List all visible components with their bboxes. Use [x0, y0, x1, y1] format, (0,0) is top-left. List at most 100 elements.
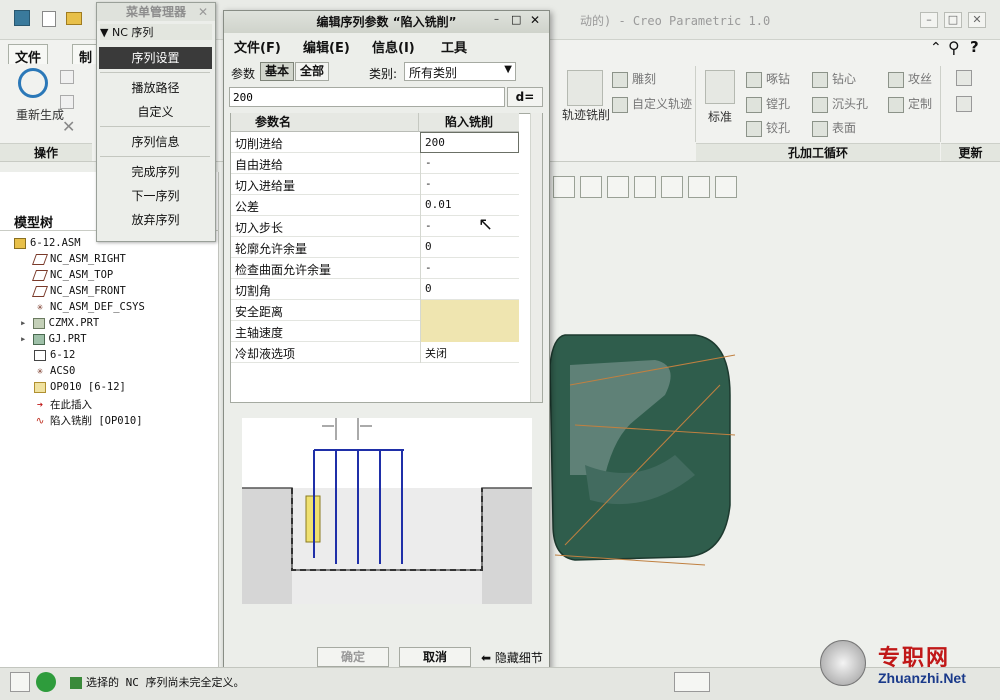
tree-node-datum-right[interactable]: NC_ASM_RIGHT — [31, 253, 126, 265]
dialog-menu-file[interactable]: 文件(F) — [234, 37, 281, 56]
regenerate-icon[interactable] — [18, 68, 48, 98]
update-group-title[interactable]: 更新 — [941, 143, 1000, 161]
hide-details-link[interactable]: ⬅ 隐藏细节 — [481, 649, 543, 666]
table-row[interactable]: 冷却液选项 关闭 — [231, 342, 519, 363]
search-icon[interactable]: ⚲ — [948, 38, 960, 57]
basic-toggle-button[interactable]: 基本 — [260, 62, 294, 81]
bore-button[interactable]: 镗孔 — [766, 97, 790, 111]
menu-item-sequence-setup[interactable]: 序列设置 — [99, 47, 212, 69]
view-zoom-icon[interactable] — [553, 176, 575, 198]
maximize-icon[interactable]: □ — [944, 12, 962, 28]
menu-manager-close-icon[interactable]: ✕ — [198, 5, 208, 19]
help-icon[interactable]: ? — [970, 38, 979, 56]
dialog-minimize-icon[interactable]: – — [494, 14, 499, 25]
table-row[interactable]: 主轴速度 — [231, 321, 519, 342]
tab-manufacture[interactable]: 制 — [72, 44, 100, 66]
table-row[interactable]: 安全距离 — [231, 300, 519, 321]
model-tree-toggle-icon[interactable] — [10, 672, 30, 692]
mouse-cursor-icon: ↖ — [478, 214, 494, 235]
table-row[interactable]: 切割角 0 — [231, 279, 519, 300]
regenerate-button[interactable]: 重新生成 — [16, 108, 64, 122]
counterbore-button[interactable]: 沉头孔 — [832, 97, 868, 111]
table-row[interactable]: 轮廓允许余量 0 — [231, 237, 519, 258]
collapse-ribbon-icon[interactable]: ⌃ — [930, 40, 942, 56]
operations-group-title[interactable]: 操作 — [0, 143, 92, 161]
close-window-icon[interactable]: ✕ — [968, 12, 986, 28]
tab-file[interactable]: 文件 — [8, 44, 49, 66]
menu-item-done-sequence[interactable]: 完成序列 — [99, 161, 212, 183]
category-select[interactable]: 所有类别 ▼ — [404, 62, 516, 81]
view-display-icon[interactable] — [634, 176, 656, 198]
menu-item-quit-sequence[interactable]: 放弃序列 — [99, 209, 212, 231]
table-scrollbar[interactable] — [530, 113, 542, 402]
update-icon[interactable] — [956, 70, 972, 86]
custom-trajectory-button[interactable]: 自定义轨迹 — [632, 97, 692, 111]
view-orient-icon[interactable] — [580, 176, 602, 198]
tree-node-part-gj[interactable]: ▸ GJ.PRT — [20, 333, 87, 345]
browser-toggle-icon[interactable] — [36, 672, 56, 692]
tree-node-acs0[interactable]: ✳ ACS0 — [34, 365, 75, 377]
center-drill-button[interactable]: 钻心 — [832, 72, 856, 86]
tree-node-workcell[interactable]: 6-12 — [34, 349, 75, 361]
custom-cycle-button[interactable]: 定制 — [908, 97, 932, 111]
menu-section-header[interactable]: ▼ NC 序列 — [100, 24, 212, 40]
dialog-menu-edit[interactable]: 编辑(E) — [303, 37, 350, 56]
update-all-icon[interactable] — [956, 96, 972, 112]
delete-icon[interactable]: ✕ — [62, 117, 75, 136]
csys-icon: ✳ — [36, 300, 44, 313]
column-header-value[interactable]: 陷入铣削 — [418, 113, 519, 132]
table-row[interactable]: 切削进给 200 — [231, 132, 519, 153]
open-folder-icon[interactable] — [66, 12, 82, 25]
table-row[interactable]: 切入步长 - — [231, 216, 519, 237]
tree-node-part-czmx[interactable]: ▸ CZMX.PRT — [20, 317, 99, 329]
table-row[interactable]: 切入进给量 - — [231, 174, 519, 195]
datum-display-icon[interactable] — [661, 176, 683, 198]
annotation-display-icon[interactable] — [688, 176, 710, 198]
table-row[interactable]: 自由进给 - — [231, 153, 519, 174]
copy-icon[interactable] — [60, 70, 74, 84]
standard-drill-icon[interactable] — [705, 70, 735, 104]
dialog-maximize-icon[interactable]: □ — [511, 13, 521, 26]
csys-icon: ✳ — [36, 364, 44, 377]
part-3d-model[interactable] — [545, 325, 745, 570]
new-file-icon[interactable] — [42, 11, 56, 27]
tree-node-plunge-mill[interactable]: ∿ 陷入铣削 [OP010] — [34, 413, 143, 428]
tree-node-csys[interactable]: ✳ NC_ASM_DEF_CSYS — [34, 301, 145, 313]
tree-node-operation[interactable]: OP010 [6-12] — [34, 381, 126, 393]
table-row[interactable]: 检查曲面允许余量 - — [231, 258, 519, 279]
selection-filter-icon[interactable] — [674, 672, 710, 692]
menu-item-customize[interactable]: 自定义 — [99, 101, 212, 123]
menu-item-play-path[interactable]: 播放路径 — [99, 77, 212, 99]
standard-drill-button[interactable]: 标准 — [702, 108, 738, 125]
relation-button[interactable]: d= — [507, 87, 543, 107]
menu-item-sequence-info[interactable]: 序列信息 — [99, 131, 212, 153]
all-toggle-button[interactable]: 全部 — [295, 62, 329, 81]
trajectory-mill-button[interactable]: 轨迹铣削 — [562, 108, 610, 122]
column-header-name[interactable]: 参数名 — [231, 113, 418, 132]
dialog-menu-info[interactable]: 信息(I) — [372, 37, 415, 56]
hole-cycle-group-title[interactable]: 孔加工循环 — [696, 143, 940, 161]
view-saved-icon[interactable] — [607, 176, 629, 198]
spin-center-icon[interactable] — [715, 176, 737, 198]
dialog-close-icon[interactable]: ✕ — [530, 13, 540, 27]
paste-icon[interactable] — [60, 95, 74, 109]
tree-node-datum-top[interactable]: NC_ASM_TOP — [31, 269, 113, 281]
spot-drill-button[interactable]: 啄钻 — [766, 72, 790, 86]
tree-node-datum-front[interactable]: NC_ASM_FRONT — [31, 285, 126, 297]
tree-node-insert-here[interactable]: ➔ 在此插入 — [34, 397, 92, 412]
tap-button[interactable]: 攻丝 — [908, 72, 932, 86]
cancel-button[interactable]: 取消 — [399, 647, 471, 667]
param-value-input[interactable] — [229, 87, 505, 107]
ream-button[interactable]: 铰孔 — [766, 121, 790, 135]
dialog-menu-tools[interactable]: 工具 — [441, 37, 467, 56]
tree-node-assembly[interactable]: 6-12.ASM — [14, 237, 81, 249]
minimize-icon[interactable]: – — [920, 12, 938, 28]
engrave-button[interactable]: 雕刻 — [632, 72, 656, 86]
trajectory-mill-icon[interactable] — [567, 70, 603, 106]
surface-button[interactable]: 表面 — [832, 121, 856, 135]
menu-item-next-sequence[interactable]: 下一序列 — [99, 185, 212, 207]
ok-button[interactable]: 确定 — [317, 647, 389, 667]
collapse-triangle-icon: ▼ — [100, 26, 112, 39]
table-row[interactable]: 公差 0.01 — [231, 195, 519, 216]
custom-trajectory-icon — [612, 96, 628, 113]
